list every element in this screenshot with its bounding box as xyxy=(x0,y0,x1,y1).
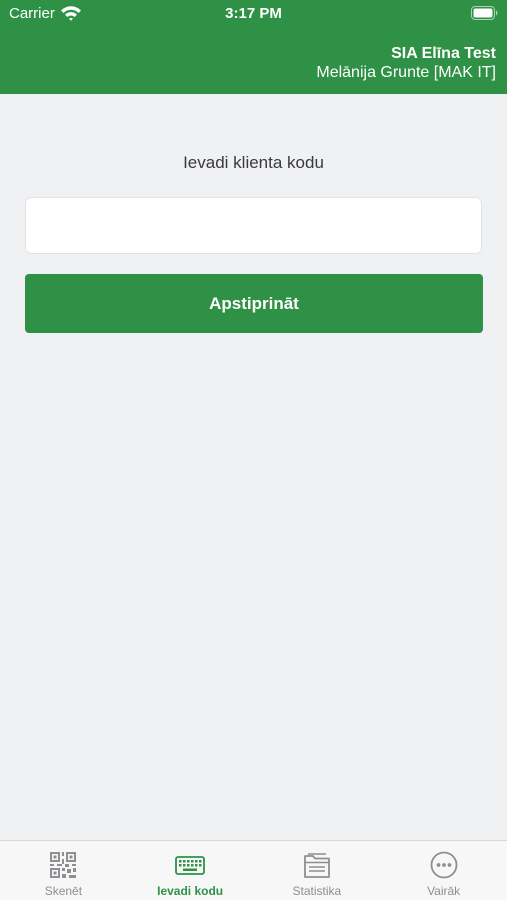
user-name: Melānija Grunte [MAK IT] xyxy=(316,64,496,81)
tab-scan-label: Skenēt xyxy=(44,884,83,898)
status-bar: Carrier 3:17 PM xyxy=(0,0,507,28)
confirm-button[interactable]: Apstiprināt xyxy=(25,274,483,333)
battery-icon xyxy=(471,6,498,20)
client-code-input[interactable] xyxy=(25,197,482,254)
keyboard-icon xyxy=(175,856,206,875)
folder-icon xyxy=(303,853,330,878)
tab-enter-code-label: Ievadi kodu xyxy=(157,884,224,898)
tab-enter-code[interactable]: Ievadi kodu xyxy=(127,841,254,900)
tab-statistics-label: Statistika xyxy=(292,884,342,898)
more-icon xyxy=(430,851,458,879)
qr-code-icon xyxy=(50,852,77,878)
client-code-prompt: Ievadi klienta kodu xyxy=(183,153,324,172)
company-name: SIA Elīna Test xyxy=(391,45,496,62)
tab-more-label: Vairāk xyxy=(427,884,461,898)
app-header: Carrier 3:17 PM SIA Elīna Test Melānija … xyxy=(0,0,507,94)
tab-statistics[interactable]: Statistika xyxy=(254,841,381,900)
status-time: 3:17 PM xyxy=(225,5,282,22)
main-content: Ievadi klienta kodu Apstiprināt xyxy=(0,94,507,840)
tab-scan[interactable]: Skenēt xyxy=(0,841,127,900)
tab-bar: Skenēt Ievadi kodu Statistika Vairāk xyxy=(0,840,507,900)
tab-more[interactable]: Vairāk xyxy=(380,841,507,900)
